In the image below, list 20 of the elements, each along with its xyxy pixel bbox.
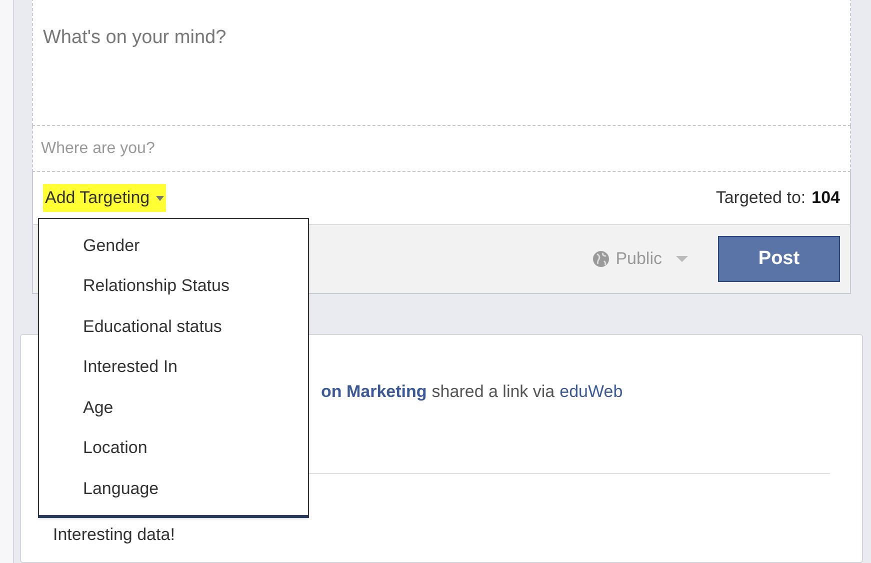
menu-item[interactable]: Educational status (39, 306, 308, 346)
add-targeting-button[interactable]: Add Targeting (43, 184, 166, 212)
menu-item[interactable]: Relationship Status (39, 266, 308, 306)
caret-icon (676, 256, 688, 262)
status-input[interactable]: What's on your mind? (32, 0, 851, 126)
targeted-label: Targeted to: (716, 187, 806, 210)
story-action: shared a link via (432, 381, 555, 403)
menu-item[interactable]: Gender (39, 225, 308, 266)
app-link[interactable]: eduWeb (560, 379, 623, 404)
menu-item[interactable]: Interested In (39, 346, 308, 387)
menu-item[interactable]: Location (39, 428, 308, 468)
caret-icon (156, 196, 164, 200)
author-link[interactable]: on Marketing (321, 379, 427, 404)
story-message: Interesting data! (53, 524, 175, 544)
location-input[interactable]: Where are you? (32, 126, 851, 172)
menu-item[interactable]: Age (39, 387, 308, 428)
menu-item[interactable]: Language (39, 468, 308, 508)
globe-icon (592, 250, 610, 268)
post-button[interactable]: Post (718, 236, 840, 282)
targeted-count: 104 (812, 187, 840, 210)
